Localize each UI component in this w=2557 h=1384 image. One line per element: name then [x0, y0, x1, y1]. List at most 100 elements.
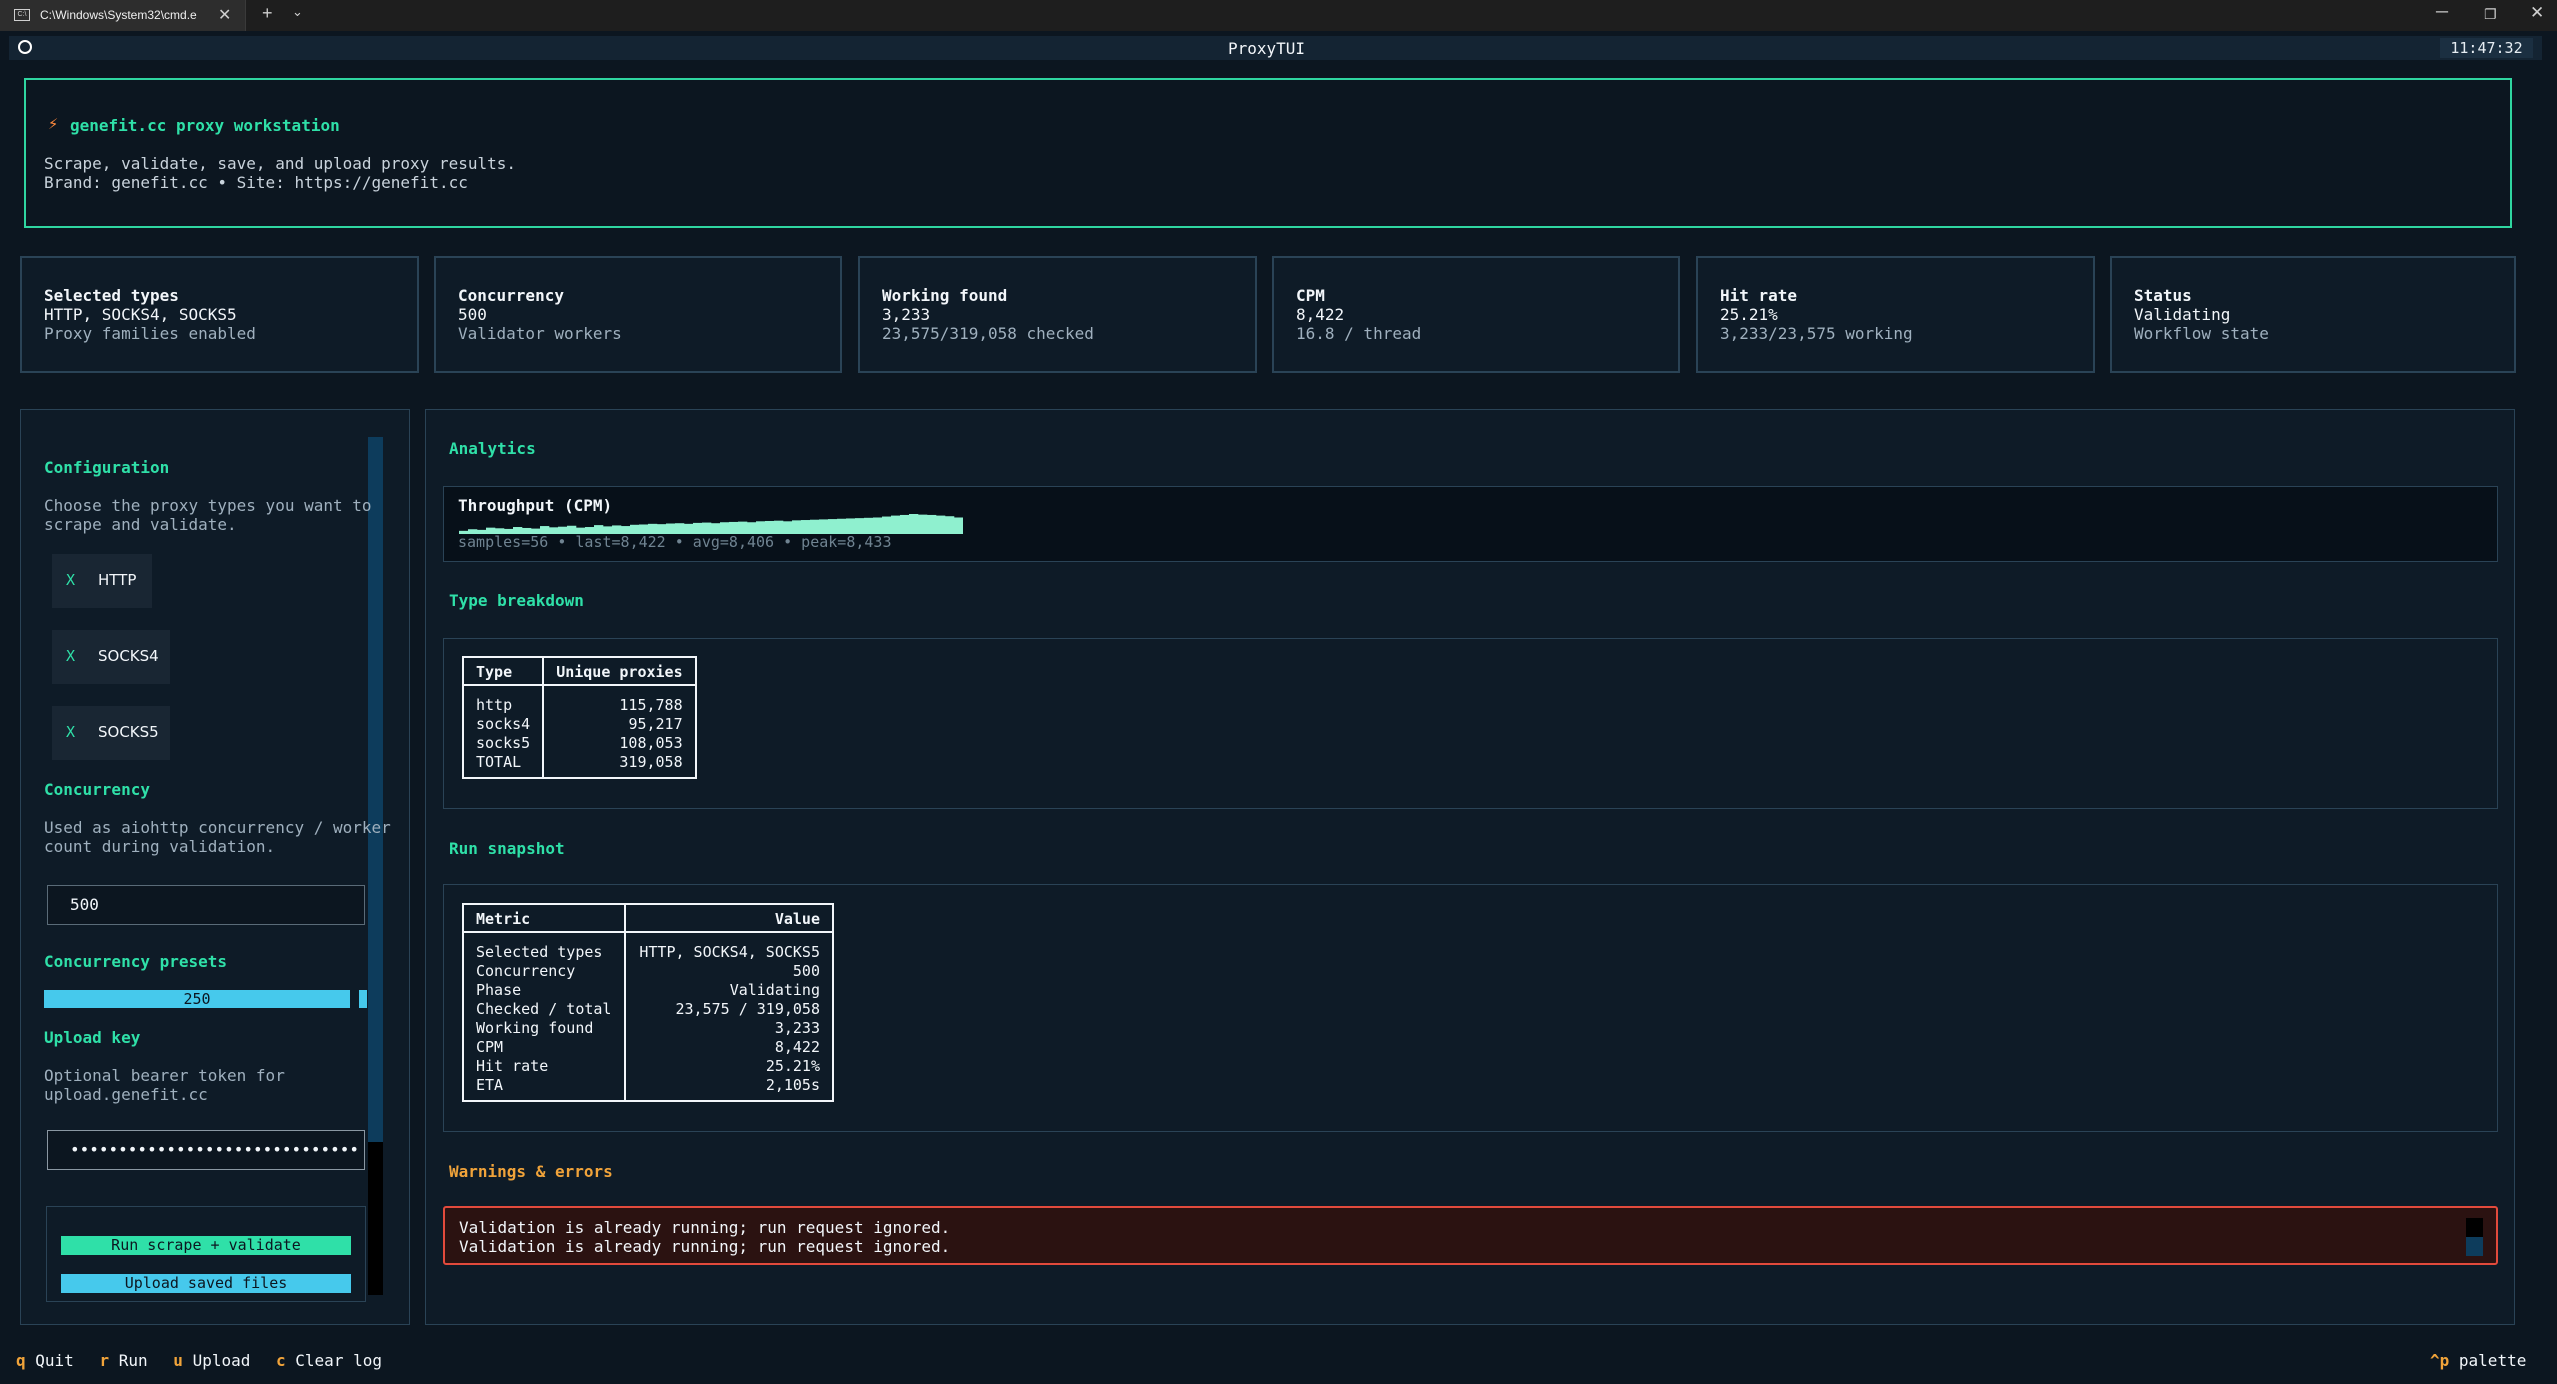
run-scrape-validate-button[interactable]: Run scrape + validate: [61, 1236, 351, 1255]
hero-brand-line: Brand: genefit.cc • Site: https://genefi…: [44, 173, 468, 192]
configuration-description: Choose the proxy types you want to: [44, 496, 372, 515]
key-run-label[interactable]: Run: [119, 1351, 148, 1370]
concurrency-title: Concurrency: [44, 780, 150, 799]
terminal-icon: C:\: [14, 9, 30, 21]
close-window-button[interactable]: ✕: [2530, 3, 2544, 23]
table-header-row: Type Unique proxies: [461, 656, 697, 686]
type-checkbox-http[interactable]: X HTTP: [52, 554, 152, 608]
upload-key-title: Upload key: [44, 1028, 141, 1047]
key-clear-log[interactable]: c: [276, 1351, 286, 1370]
upload-key-description-2: upload.genefit.cc: [44, 1085, 208, 1104]
table-row: Working found 3,233: [462, 1019, 834, 1038]
minimize-button[interactable]: ─: [2436, 2, 2448, 22]
stat-card-concurrency: Concurrency 500 Validator workers: [434, 256, 842, 373]
stat-card-hit-rate: Hit rate 25.21% 3,233/23,575 working: [1696, 256, 2095, 373]
stat-value: 3,233: [882, 305, 931, 324]
palette-key: ^p: [2430, 1351, 2450, 1370]
concurrency-description: Used as aiohttp concurrency / worker: [44, 818, 391, 837]
maximize-button[interactable]: ❐: [2484, 6, 2497, 23]
sparkline-bar: [855, 518, 865, 534]
warning-line: Validation is already running; run reque…: [459, 1237, 951, 1256]
table-cell: ETA: [462, 1076, 626, 1101]
upload-key-masked-value: ••••••••••••••••••••••••••••••: [70, 1140, 359, 1159]
chevron-down-icon[interactable]: ⌄: [292, 4, 303, 20]
table-row: TOTAL 319,058: [461, 753, 697, 778]
table-cell: Hit rate: [462, 1057, 626, 1076]
key-upload-label[interactable]: Upload: [193, 1351, 251, 1370]
concurrency-preset-next[interactable]: [359, 990, 367, 1008]
key-upload[interactable]: u: [173, 1351, 183, 1370]
table-row: Phase Validating: [462, 981, 834, 1000]
sparkline-bar: [936, 515, 946, 534]
stat-title: Concurrency: [458, 286, 564, 305]
warnings-scrollbar-thumb[interactable]: [2466, 1237, 2483, 1256]
sparkline-bar: [810, 519, 820, 534]
table-cell: 115,788: [542, 685, 697, 715]
sparkline-bar: [774, 520, 784, 534]
table-cell: 23,575 / 319,058: [624, 1000, 834, 1019]
sparkline-bar: [819, 519, 829, 534]
table-cell: 8,422: [624, 1038, 834, 1057]
lightning-icon: ⚡: [48, 114, 59, 134]
type-checkbox-socks4[interactable]: X SOCKS4: [52, 630, 170, 684]
column-header: Unique proxies: [542, 656, 697, 686]
table-cell: socks5: [461, 734, 545, 753]
stat-value: 25.21%: [1720, 305, 1778, 324]
stat-subtitle: Validator workers: [458, 324, 622, 343]
stat-subtitle: 23,575/319,058 checked: [882, 324, 1094, 343]
table-cell: socks4: [461, 715, 545, 734]
table-cell: 25.21%: [624, 1057, 834, 1076]
checkbox-mark: X: [66, 571, 76, 589]
type-breakdown-table: Type Unique proxies http 115,788 socks4 …: [461, 656, 697, 779]
sparkline-bar: [945, 516, 955, 534]
key-quit-label[interactable]: Quit: [35, 1351, 74, 1370]
stat-subtitle: 3,233/23,575 working: [1720, 324, 1913, 343]
hero-banner: [24, 78, 2512, 228]
type-breakdown-box: [443, 638, 2498, 809]
table-cell: 2,105s: [624, 1076, 834, 1101]
table-cell: 108,053: [542, 734, 697, 753]
stat-value: HTTP, SOCKS4, SOCKS5: [44, 305, 237, 324]
warnings-scrollbar-track[interactable]: [2466, 1218, 2483, 1237]
warnings-title: Warnings & errors: [449, 1162, 613, 1181]
sparkline-bar: [837, 518, 847, 534]
checkbox-label: HTTP: [98, 571, 137, 589]
column-header: Metric: [462, 903, 626, 933]
table-cell: TOTAL: [461, 753, 545, 778]
table-cell: Validating: [624, 981, 834, 1000]
tab-title: C:\Windows\System32\cmd.e: [40, 8, 197, 22]
type-checkbox-socks5[interactable]: X SOCKS5: [52, 706, 170, 760]
key-quit[interactable]: q: [16, 1351, 26, 1370]
checkbox-label: SOCKS4: [98, 647, 159, 665]
analytics-title: Analytics: [449, 439, 536, 458]
table-row: socks4 95,217: [461, 715, 697, 734]
column-header: Value: [624, 903, 834, 933]
configuration-description-2: scrape and validate.: [44, 515, 237, 534]
stat-title: Selected types: [44, 286, 179, 305]
concurrency-input-value: 500: [70, 895, 99, 914]
key-run[interactable]: r: [99, 1351, 109, 1370]
sidebar-scrollbar-thumb[interactable]: [368, 437, 383, 1142]
footer-keybindings: q Quit r Run u Upload c Clear log: [16, 1351, 382, 1370]
run-snapshot-title: Run snapshot: [449, 839, 565, 858]
stat-title: CPM: [1296, 286, 1325, 305]
sparkline-bar: [792, 520, 802, 534]
close-tab-icon[interactable]: ✕: [218, 5, 231, 25]
sparkline-bar: [900, 514, 910, 534]
warning-line: Validation is already running; run reque…: [459, 1218, 951, 1237]
upload-saved-files-button[interactable]: Upload saved files: [61, 1274, 351, 1293]
configuration-title: Configuration: [44, 458, 170, 477]
stat-card-working-found: Working found 3,233 23,575/319,058 check…: [858, 256, 1257, 373]
stat-card-cpm: CPM 8,422 16.8 / thread: [1272, 256, 1680, 373]
new-tab-button[interactable]: +: [262, 3, 273, 24]
column-header: Type: [461, 656, 545, 686]
concurrency-description-2: count during validation.: [44, 837, 276, 856]
key-clear-log-label[interactable]: Clear log: [295, 1351, 382, 1370]
command-palette-hint[interactable]: ^p palette: [2430, 1351, 2526, 1370]
table-header-row: Metric Value: [462, 903, 834, 933]
table-row: socks5 108,053: [461, 734, 697, 753]
window-titlebar: [0, 0, 2557, 31]
table-row: Hit rate 25.21%: [462, 1057, 834, 1076]
concurrency-presets-title: Concurrency presets: [44, 952, 228, 971]
stat-card-status: Status Validating Workflow state: [2110, 256, 2516, 373]
